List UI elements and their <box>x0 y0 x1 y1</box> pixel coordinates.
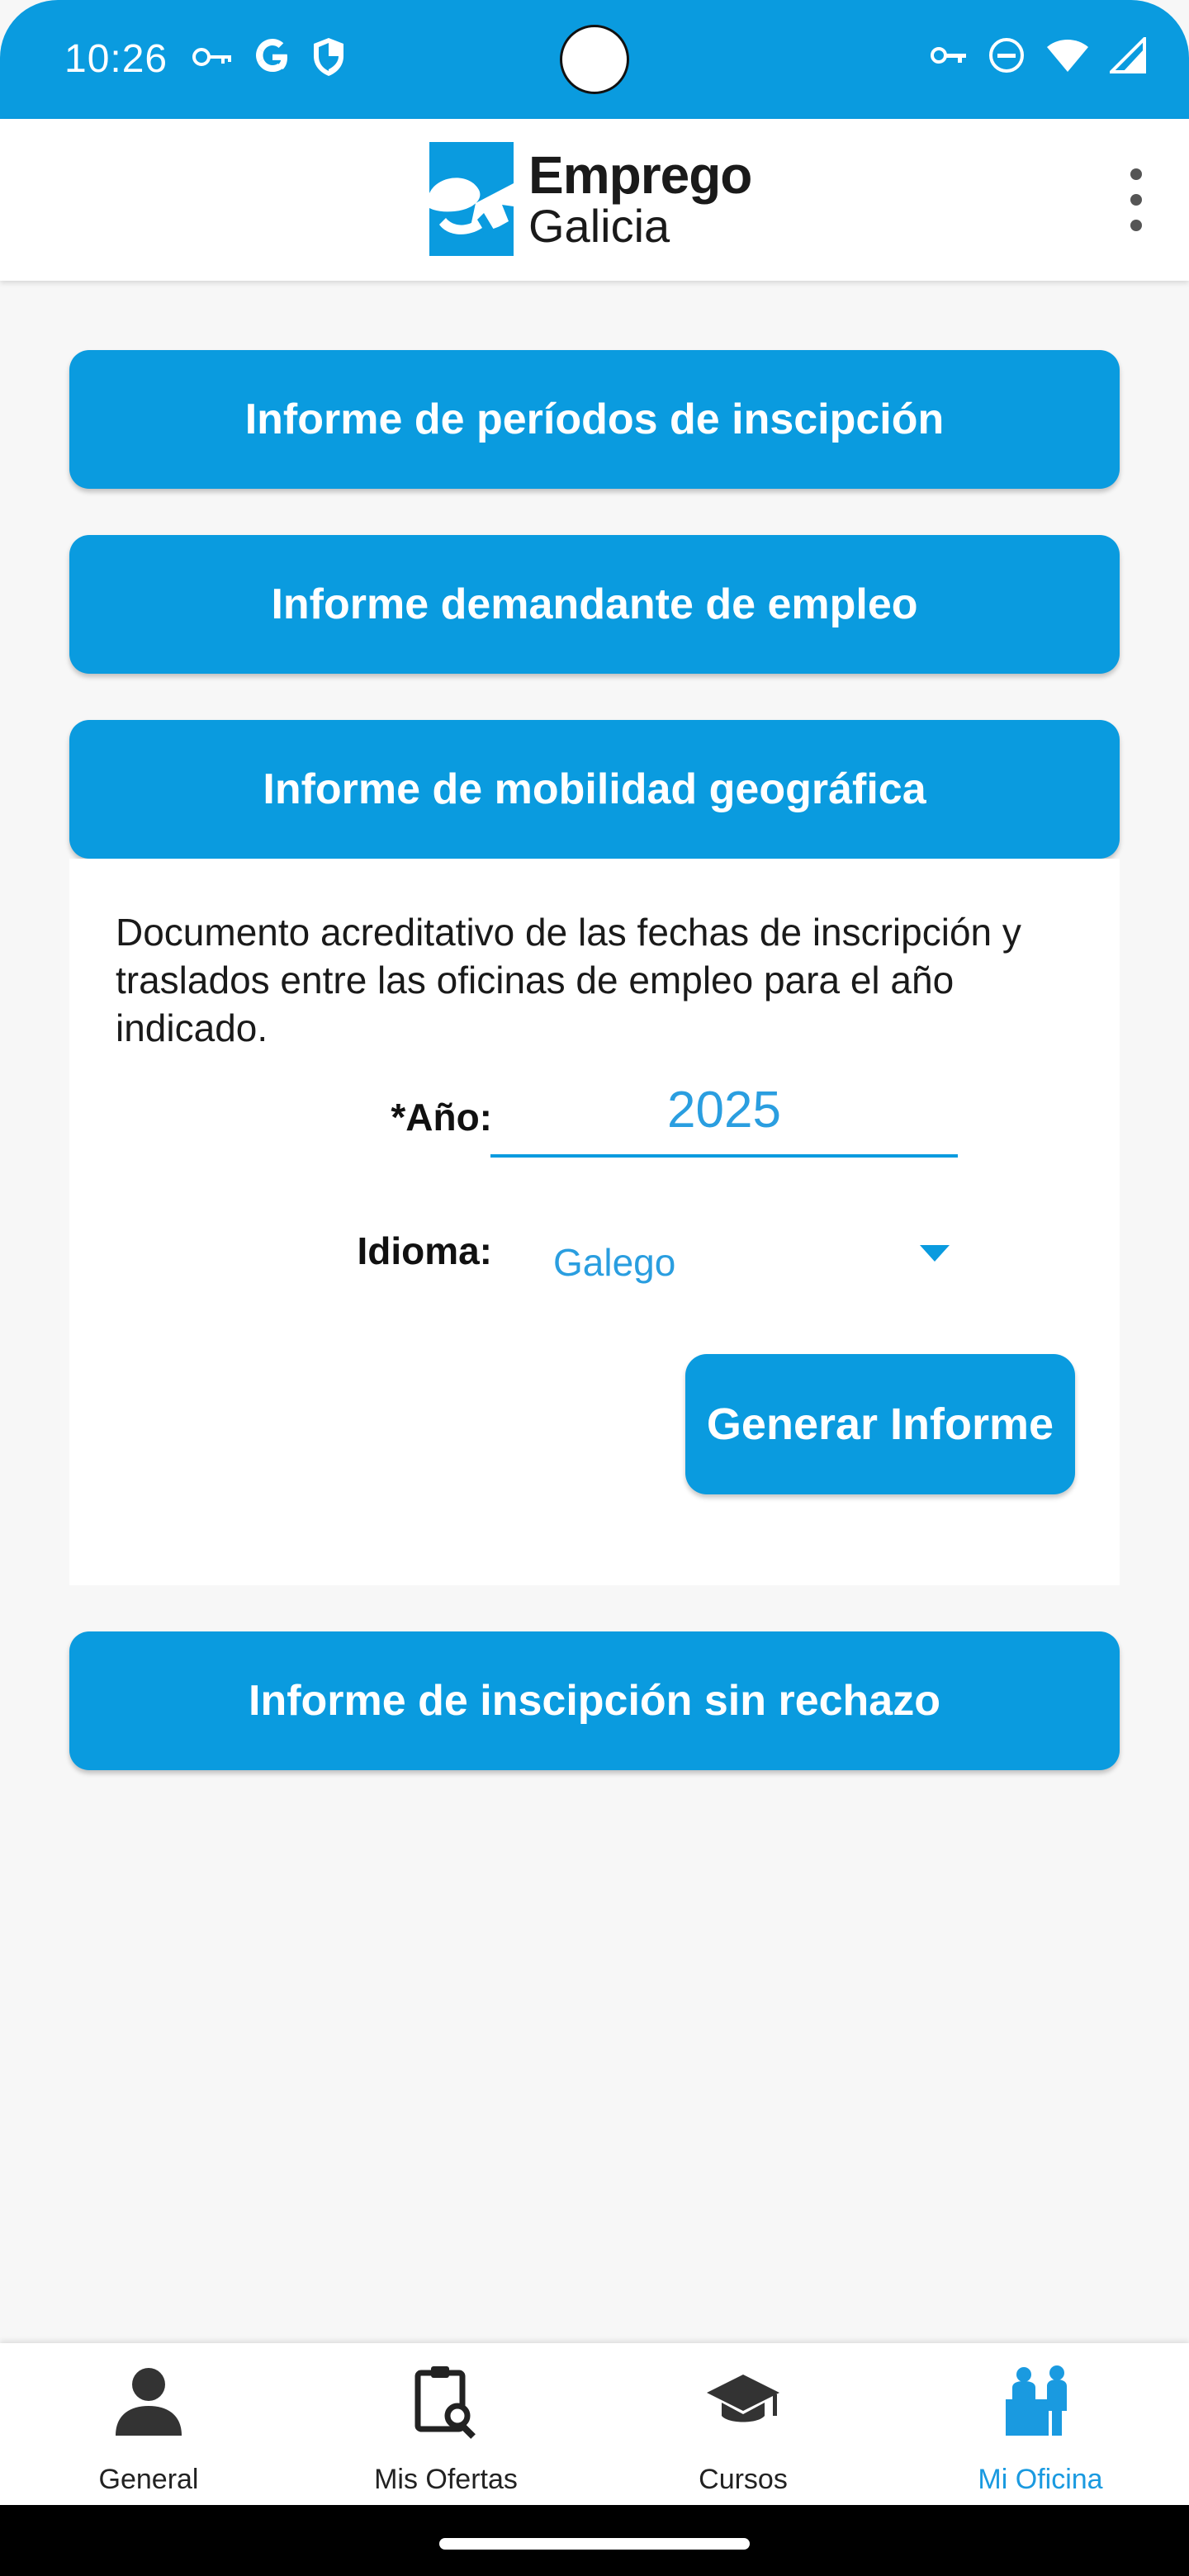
office-reception-icon <box>1006 2365 1067 2436</box>
camera-cutout <box>560 25 629 94</box>
bottom-navigation: General Mis Ofertas Cursos Mi Oficina <box>0 2343 1189 2505</box>
generate-report-button[interactable]: Generar Informe <box>685 1354 1075 1494</box>
nav-mi-oficina-label: Mi Oficina <box>978 2464 1103 2495</box>
nav-mis-ofertas-label: Mis Ofertas <box>374 2464 518 2495</box>
year-input[interactable] <box>490 1065 958 1158</box>
brand-line2: Galicia <box>528 200 670 252</box>
language-selected-value: Galego <box>553 1241 676 1284</box>
person-icon <box>116 2368 182 2436</box>
panel-description: Documento acreditativo de las fechas de … <box>116 911 1021 1049</box>
nav-cursos-label: Cursos <box>699 2464 788 2495</box>
geographic-mobility-panel: Documento acreditativo de las fechas de … <box>69 859 1120 1585</box>
wifi-icon <box>1045 37 1090 73</box>
report-registration-periods-button[interactable]: Informe de períodos de inscipción <box>69 350 1120 489</box>
vpn-key-icon <box>930 43 968 68</box>
nav-mi-oficina[interactable]: Mi Oficina <box>892 2343 1189 2505</box>
overflow-menu-button[interactable] <box>1116 168 1156 231</box>
do-not-disturb-icon <box>988 36 1026 74</box>
gesture-area <box>0 2505 1189 2576</box>
brand-logo: Emprego Galicia <box>429 142 752 256</box>
nav-mis-ofertas[interactable]: Mis Ofertas <box>297 2343 594 2505</box>
status-icons-right <box>930 36 1146 74</box>
brand-text: Emprego Galicia <box>528 145 752 252</box>
nav-general[interactable]: General <box>0 2343 297 2505</box>
nav-general-label: General <box>98 2464 199 2495</box>
year-label: *Año: <box>391 1096 492 1139</box>
language-label: Idioma: <box>357 1229 492 1272</box>
language-select[interactable]: Galego <box>553 1215 950 1295</box>
brand-logo-mark-icon <box>429 142 514 256</box>
status-bar: 10:26 <box>0 0 1189 119</box>
brand-line1: Emprego <box>528 145 752 205</box>
report-geographic-mobility-button[interactable]: Informe de mobilidad geográfica <box>69 720 1120 859</box>
app-header: Emprego Galicia <box>0 119 1189 281</box>
graduation-cap-icon <box>707 2375 779 2422</box>
signal-icon <box>1110 37 1146 73</box>
overflow-menu-dot-icon <box>1130 194 1142 206</box>
gesture-handle[interactable] <box>439 2538 750 2550</box>
status-icons-left <box>192 36 347 78</box>
status-time: 10:26 <box>64 37 168 81</box>
clipboard-search-icon <box>414 2366 476 2439</box>
nav-cursos[interactable]: Cursos <box>594 2343 892 2505</box>
key-icon <box>192 45 234 69</box>
shield-icon <box>310 36 347 78</box>
google-icon <box>253 37 292 77</box>
overflow-menu-dot-icon <box>1130 220 1142 231</box>
report-job-seeker-button[interactable]: Informe demandante de empleo <box>69 535 1120 674</box>
report-no-rejection-button[interactable]: Informe de inscipción sin rechazo <box>69 1631 1120 1770</box>
dropdown-arrow-icon <box>920 1245 950 1262</box>
overflow-menu-dot-icon <box>1130 168 1142 180</box>
